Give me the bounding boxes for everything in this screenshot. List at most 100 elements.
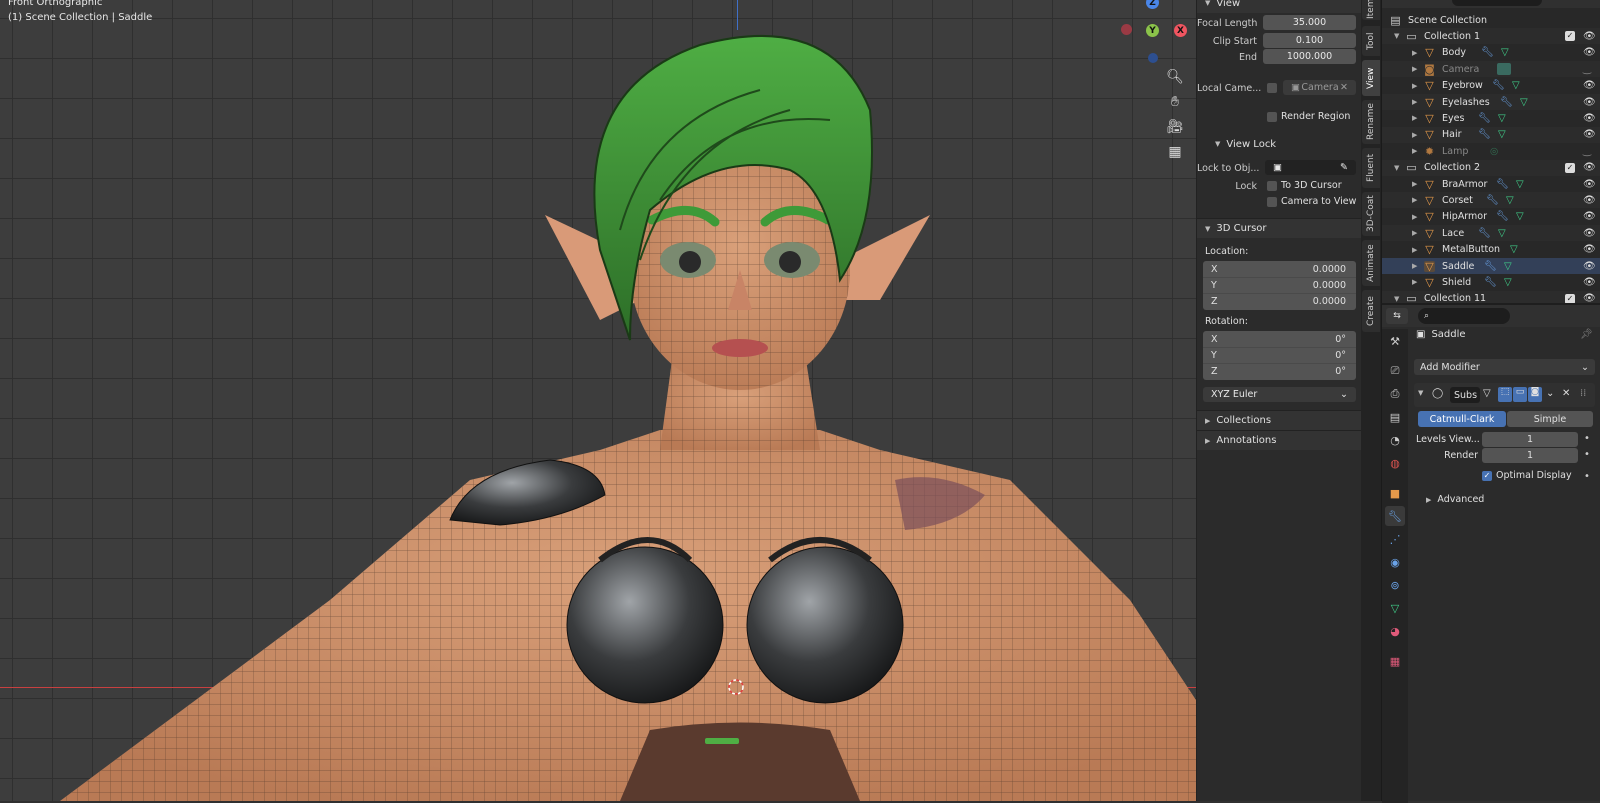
- expand-triangle-icon[interactable]: ▶: [1412, 229, 1417, 237]
- keyframe-dot-icon[interactable]: •: [1584, 449, 1590, 460]
- tab-tool[interactable]: Tool: [1362, 26, 1380, 56]
- outliner-search-input[interactable]: [1452, 0, 1542, 6]
- expand-triangle-icon[interactable]: ▶: [1412, 114, 1417, 122]
- to-3d-cursor-checkbox[interactable]: [1267, 180, 1277, 191]
- view-layer-tab-icon[interactable]: ▤: [1385, 407, 1405, 427]
- mesh-data-icon[interactable]: ▽: [1510, 244, 1518, 255]
- add-modifier-dropdown[interactable]: Add Modifier ⌄: [1414, 359, 1595, 375]
- clip-start-field[interactable]: 0.100: [1263, 33, 1356, 48]
- local-camera-field[interactable]: ▣ Camera ✕: [1283, 80, 1356, 95]
- 3d-cursor-panel-header[interactable]: ▼ 3D Cursor: [1197, 218, 1362, 238]
- lock-to-object-field[interactable]: ▣ ✎: [1265, 160, 1356, 175]
- location-z-field[interactable]: Z 0.0000: [1203, 293, 1356, 309]
- render-region-toggle[interactable]: Render Region: [1267, 111, 1350, 122]
- simple-button[interactable]: Simple: [1507, 411, 1593, 427]
- mesh-data-icon[interactable]: ▽: [1501, 47, 1509, 58]
- focal-length-field[interactable]: 35.000: [1263, 15, 1356, 30]
- modifier-wrench-icon[interactable]: 🔧︎: [1500, 97, 1513, 108]
- expand-triangle-icon[interactable]: ▶: [1412, 278, 1417, 286]
- rotation-z-field[interactable]: Z 0°: [1203, 363, 1356, 379]
- collections-panel-header[interactable]: ▶ Collections: [1197, 410, 1362, 430]
- tab-create[interactable]: Create: [1362, 290, 1380, 332]
- eye-icon[interactable]: 👁︎: [1583, 179, 1596, 190]
- object-tab-icon[interactable]: ■: [1385, 483, 1405, 503]
- outliner-item-metalbutton[interactable]: ▶ ▽ MetalButton ▽ 👁︎: [1382, 242, 1600, 258]
- location-y-field[interactable]: Y 0.0000: [1203, 277, 1356, 293]
- close-icon[interactable]: ✕: [1562, 388, 1570, 399]
- gizmo-neg-x[interactable]: [1121, 24, 1132, 35]
- mesh-data-icon[interactable]: ▽: [1506, 195, 1514, 206]
- collection-checkbox[interactable]: ✓: [1565, 31, 1575, 42]
- modifier-wrench-icon[interactable]: 🔧︎: [1484, 277, 1497, 288]
- drag-handle-icon[interactable]: ⁞⁞: [1580, 388, 1586, 399]
- eye-closed-icon[interactable]: ‿: [1583, 64, 1591, 75]
- modifier-wrench-icon[interactable]: 🔧︎: [1478, 113, 1491, 124]
- clip-end-field[interactable]: 1000.000: [1263, 49, 1356, 64]
- eye-icon[interactable]: 👁︎: [1583, 129, 1596, 140]
- pin-icon[interactable]: 📌︎: [1580, 329, 1593, 340]
- mesh-data-icon[interactable]: ▽: [1498, 113, 1506, 124]
- scene-tab-icon[interactable]: ◔: [1385, 430, 1405, 450]
- eyedropper-icon[interactable]: ✎: [1340, 162, 1348, 173]
- tab-3d-coat[interactable]: 3D-Coat: [1362, 192, 1380, 236]
- outliner-item-lace[interactable]: ▶ ▽ Lace 🔧︎ ▽ 👁︎: [1382, 225, 1600, 242]
- camera-to-view-toggle[interactable]: Camera to View: [1267, 196, 1356, 207]
- catmull-clark-button[interactable]: Catmull-Clark: [1418, 411, 1506, 427]
- annotations-panel-header[interactable]: ▶ Annotations: [1197, 430, 1362, 450]
- light-data-icon[interactable]: ◎: [1490, 146, 1498, 157]
- render-region-checkbox[interactable]: [1267, 111, 1277, 122]
- edit-mode-icon[interactable]: ▽: [1483, 388, 1491, 399]
- camera-data-icon[interactable]: [1497, 63, 1511, 76]
- render-tab-icon[interactable]: ⎚: [1385, 361, 1405, 381]
- rotation-y-field[interactable]: Y 0°: [1203, 347, 1356, 363]
- expand-triangle-icon[interactable]: ▼: [1394, 295, 1399, 303]
- modifier-wrench-icon[interactable]: 🔧︎: [1478, 228, 1491, 239]
- constraints-tab-icon[interactable]: ⊚: [1385, 575, 1405, 595]
- tab-animate[interactable]: Animate: [1362, 240, 1380, 286]
- modifier-wrench-icon[interactable]: 🔧︎: [1385, 506, 1405, 526]
- modifier-wrench-icon[interactable]: 🔧︎: [1484, 261, 1497, 272]
- eye-icon[interactable]: 👁︎: [1583, 277, 1596, 288]
- expand-triangle-icon[interactable]: ▶: [1412, 82, 1417, 90]
- outliner-item-body[interactable]: ▶ ▽ Body 🔧︎ ▽ 👁︎: [1382, 45, 1600, 61]
- properties-search-input[interactable]: ⌕: [1418, 308, 1510, 324]
- eye-icon[interactable]: 👁︎: [1583, 80, 1596, 91]
- mesh-data-tab-icon[interactable]: ▽: [1385, 598, 1405, 618]
- output-tab-icon[interactable]: ⎙: [1385, 384, 1405, 404]
- chevron-down-icon[interactable]: ⌄: [1546, 388, 1554, 399]
- expand-triangle-icon[interactable]: ▶: [1412, 65, 1417, 73]
- expand-triangle-icon[interactable]: ▶: [1412, 196, 1417, 204]
- expand-triangle-icon[interactable]: ▶: [1412, 147, 1417, 155]
- expand-triangle-icon[interactable]: ▶: [1412, 131, 1417, 139]
- eye-icon[interactable]: 👁︎: [1583, 261, 1596, 272]
- local-camera-checkbox[interactable]: [1267, 83, 1277, 93]
- tool-tab-icon[interactable]: ⚒: [1385, 331, 1405, 351]
- eye-icon[interactable]: 👁︎: [1583, 195, 1596, 206]
- expand-triangle-icon[interactable]: ▶: [1412, 98, 1417, 106]
- viewport-display-icon[interactable]: ▭: [1513, 387, 1527, 402]
- character-model[interactable]: [0, 0, 1196, 801]
- texture-tab-icon[interactable]: ▦: [1385, 651, 1405, 671]
- outliner-item-hiparmor[interactable]: ▶ ▽ HipArmor 🔧︎ ▽ 👁︎: [1382, 209, 1600, 225]
- rotation-x-field[interactable]: X 0°: [1203, 331, 1356, 347]
- eye-icon[interactable]: 👁︎: [1583, 113, 1596, 124]
- modifier-wrench-icon[interactable]: 🔧︎: [1496, 179, 1509, 190]
- clear-icon[interactable]: ✕: [1340, 82, 1348, 93]
- render-camera-icon[interactable]: ◙: [1528, 387, 1542, 402]
- eye-icon[interactable]: 👁︎: [1583, 47, 1596, 58]
- physics-tab-icon[interactable]: ◉: [1385, 552, 1405, 572]
- mesh-data-icon[interactable]: ▽: [1520, 97, 1528, 108]
- mesh-data-icon[interactable]: ▽: [1516, 211, 1524, 222]
- mesh-data-icon[interactable]: ▽: [1504, 277, 1512, 288]
- outliner-item-eyelashes[interactable]: ▶ ▽ Eyelashes 🔧︎ ▽ 👁︎: [1382, 94, 1600, 110]
- zoom-icon[interactable]: 🔍︎: [1163, 66, 1187, 88]
- mesh-data-icon[interactable]: ▽: [1516, 179, 1524, 190]
- tab-fluent[interactable]: Fluent: [1362, 148, 1380, 188]
- gizmo-y[interactable]: Y: [1146, 24, 1159, 37]
- expand-triangle-icon[interactable]: ▶: [1412, 49, 1417, 57]
- collapse-triangle-icon[interactable]: ▼: [1418, 389, 1423, 397]
- outliner-item-shield[interactable]: ▶ ▽ Shield 🔧︎ ▽ 👁︎: [1382, 274, 1600, 290]
- tab-view[interactable]: View: [1362, 60, 1380, 96]
- expand-triangle-icon[interactable]: ▼: [1394, 32, 1399, 40]
- tab-rename[interactable]: Rename: [1362, 100, 1380, 144]
